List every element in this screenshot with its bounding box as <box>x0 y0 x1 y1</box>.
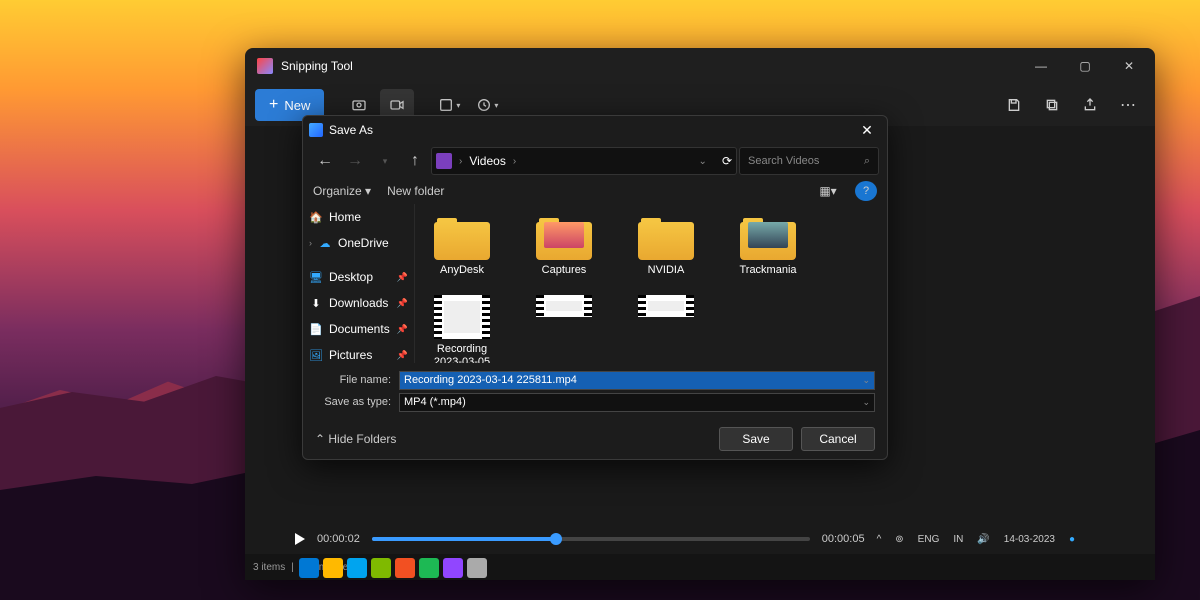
file-item[interactable]: NVIDIA <box>627 216 705 277</box>
save-as-dialog: Save As ✕ ← → ▾ ↑ › Videos › ⌄ ⟳ Search … <box>302 115 888 460</box>
file-item[interactable]: Captures <box>525 216 603 277</box>
filename-input[interactable]: Recording 2023-03-14 225811.mp4⌄ <box>399 371 875 390</box>
taskbar-app-icon[interactable] <box>395 558 415 578</box>
search-icon: ⌕ <box>864 155 870 168</box>
file-item[interactable] <box>627 295 705 363</box>
address-bar[interactable]: › Videos › ⌄ ⟳ <box>431 147 737 175</box>
time-total: 00:00:05 <box>822 533 865 545</box>
savetype-dropdown[interactable]: MP4 (*.mp4)⌄ <box>399 393 875 412</box>
desktop-icon: 🖥 <box>309 270 323 284</box>
media-player-bar: 00:00:02 00:00:05 ^ ⊚ ENG IN 🔊 14-03-202… <box>245 524 1155 554</box>
taskbar-app-icon[interactable] <box>299 558 319 578</box>
new-folder-button[interactable]: New folder <box>387 184 444 198</box>
file-item[interactable] <box>525 295 603 363</box>
sidebar-item-pictures[interactable]: 🖼Pictures📌 <box>303 342 414 363</box>
pin-icon: 📌 <box>397 324 408 335</box>
view-mode-button[interactable]: ▦▾ <box>817 181 839 201</box>
wifi-icon[interactable]: ⊚ <box>895 534 903 545</box>
file-item[interactable]: AnyDesk <box>423 216 501 277</box>
taskbar-app-icon[interactable] <box>467 558 487 578</box>
sidebar: 🏠Home ›☁OneDrive 🖥Desktop📌 ⬇Downloads📌 📄… <box>303 204 415 363</box>
taskbar-app-icon[interactable] <box>347 558 367 578</box>
save-button[interactable]: Save <box>719 427 793 451</box>
sidebar-item-home[interactable]: 🏠Home <box>303 204 414 230</box>
up-button[interactable]: ↑ <box>401 147 429 175</box>
taskbar-app-icon[interactable] <box>443 558 463 578</box>
play-button[interactable] <box>295 533 305 545</box>
cancel-button[interactable]: Cancel <box>801 427 875 451</box>
refresh-icon[interactable]: ⟳ <box>722 154 732 168</box>
help-button[interactable]: ? <box>855 181 877 201</box>
filename-label: File name: <box>315 374 391 386</box>
sidebar-item-documents[interactable]: 📄Documents📌 <box>303 316 414 342</box>
file-item[interactable]: Recording 2023-03-05 210137.mp4 <box>423 295 501 363</box>
close-button[interactable]: ✕ <box>1107 50 1151 82</box>
maximize-button[interactable]: ▢ <box>1063 50 1107 82</box>
nav-row: ← → ▾ ↑ › Videos › ⌄ ⟳ Search Videos ⌕ <box>303 144 887 178</box>
taskbar-app-icon[interactable] <box>371 558 391 578</box>
chevron-down-icon[interactable]: ⌄ <box>696 156 710 167</box>
app-icon <box>257 58 273 74</box>
copy-icon[interactable] <box>1035 89 1069 121</box>
hide-folders-toggle[interactable]: ⌃ Hide Folders <box>315 432 396 446</box>
pin-icon: 📌 <box>397 350 408 361</box>
dialog-icon <box>309 123 323 137</box>
timeline-scrubber[interactable] <box>372 537 810 541</box>
titlebar[interactable]: Snipping Tool — ▢ ✕ <box>245 48 1155 84</box>
chevron-up-icon[interactable]: ^ <box>877 534 882 545</box>
save-icon[interactable] <box>997 89 1031 121</box>
savetype-label: Save as type: <box>315 396 391 408</box>
sidebar-item-onedrive[interactable]: ›☁OneDrive <box>303 230 414 256</box>
pin-icon: 📌 <box>397 272 408 283</box>
back-button[interactable]: ← <box>311 147 339 175</box>
cloud-icon: ☁ <box>318 236 332 250</box>
time-current: 00:00:02 <box>317 533 360 545</box>
home-icon: 🏠 <box>309 210 323 224</box>
pictures-icon: 🖼 <box>309 348 323 362</box>
pin-icon: 📌 <box>397 298 408 309</box>
statusbar: 3 items | 1 item selected <box>245 554 1155 580</box>
taskbar-app-icon[interactable] <box>419 558 439 578</box>
window-title: Snipping Tool <box>281 59 1019 73</box>
tools-row: Organize ▾ New folder ▦▾ ? <box>303 178 887 204</box>
taskbar-app-icon[interactable] <box>323 558 343 578</box>
forward-button[interactable]: → <box>341 147 369 175</box>
sidebar-item-downloads[interactable]: ⬇Downloads📌 <box>303 290 414 316</box>
more-icon[interactable]: ⋯ <box>1111 89 1145 121</box>
location-icon <box>436 153 452 169</box>
search-input[interactable]: Search Videos ⌕ <box>739 147 879 175</box>
share-icon[interactable] <box>1073 89 1107 121</box>
dialog-close-button[interactable]: ✕ <box>853 118 881 142</box>
sidebar-item-desktop[interactable]: 🖥Desktop📌 <box>303 264 414 290</box>
organize-dropdown[interactable]: Organize ▾ <box>313 184 371 198</box>
download-icon: ⬇ <box>309 296 323 310</box>
dialog-titlebar[interactable]: Save As ✕ <box>303 116 887 144</box>
file-item[interactable]: Trackmania <box>729 216 807 277</box>
recent-dropdown[interactable]: ▾ <box>371 147 399 175</box>
document-icon: 📄 <box>309 322 323 336</box>
file-grid: AnyDesk Captures NVIDIA Trackmania Recording… <box>415 204 887 363</box>
minimize-button[interactable]: — <box>1019 50 1063 82</box>
